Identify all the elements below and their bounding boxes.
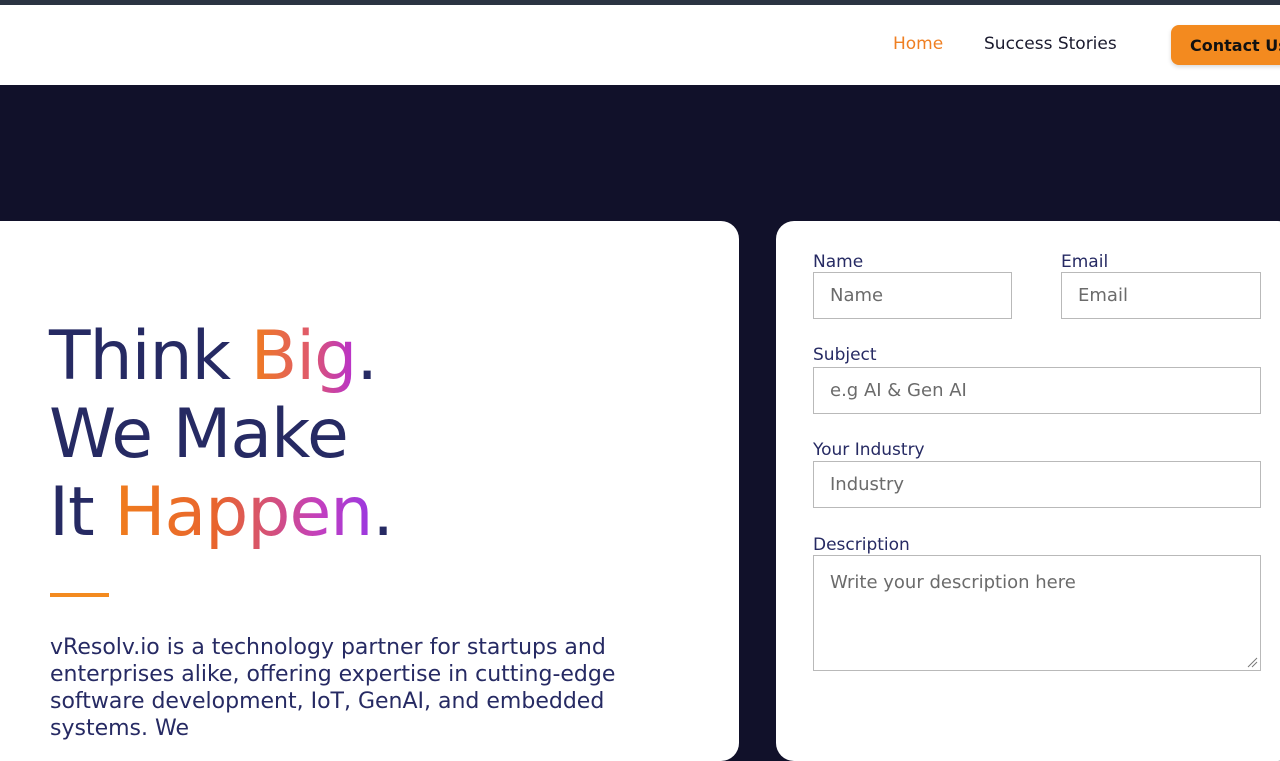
headline-think: Think [49, 317, 251, 396]
description-textarea[interactable] [813, 555, 1261, 671]
headline-period-1: . [356, 317, 378, 396]
description-label: Description [813, 535, 910, 555]
resize-grip-icon[interactable] [1247, 657, 1258, 668]
name-input[interactable] [813, 272, 1012, 319]
subject-input[interactable] [813, 367, 1261, 414]
headline-happen: Happen [114, 473, 373, 552]
headline-big: Big [250, 317, 358, 396]
hero-intro-text: vResolv.io is a technology partner for s… [50, 635, 616, 741]
hero-headline: Think Big. We Make It Happen. [49, 317, 394, 552]
subject-label: Subject [813, 345, 877, 365]
navbar: Home Success Stories Contact Us [0, 5, 1280, 85]
headline-period-2: . [372, 473, 394, 552]
headline-it: It [49, 473, 115, 552]
accent-divider [50, 593, 109, 597]
nav-home-link[interactable]: Home [893, 34, 943, 54]
name-label: Name [813, 252, 864, 272]
contact-us-button[interactable]: Contact Us [1171, 25, 1280, 65]
industry-input[interactable] [813, 461, 1261, 508]
email-label: Email [1061, 252, 1109, 272]
headline-we-make: We Make [49, 395, 349, 474]
industry-label: Your Industry [813, 440, 925, 460]
email-input[interactable] [1061, 272, 1261, 319]
nav-success-stories-link[interactable]: Success Stories [984, 34, 1117, 54]
